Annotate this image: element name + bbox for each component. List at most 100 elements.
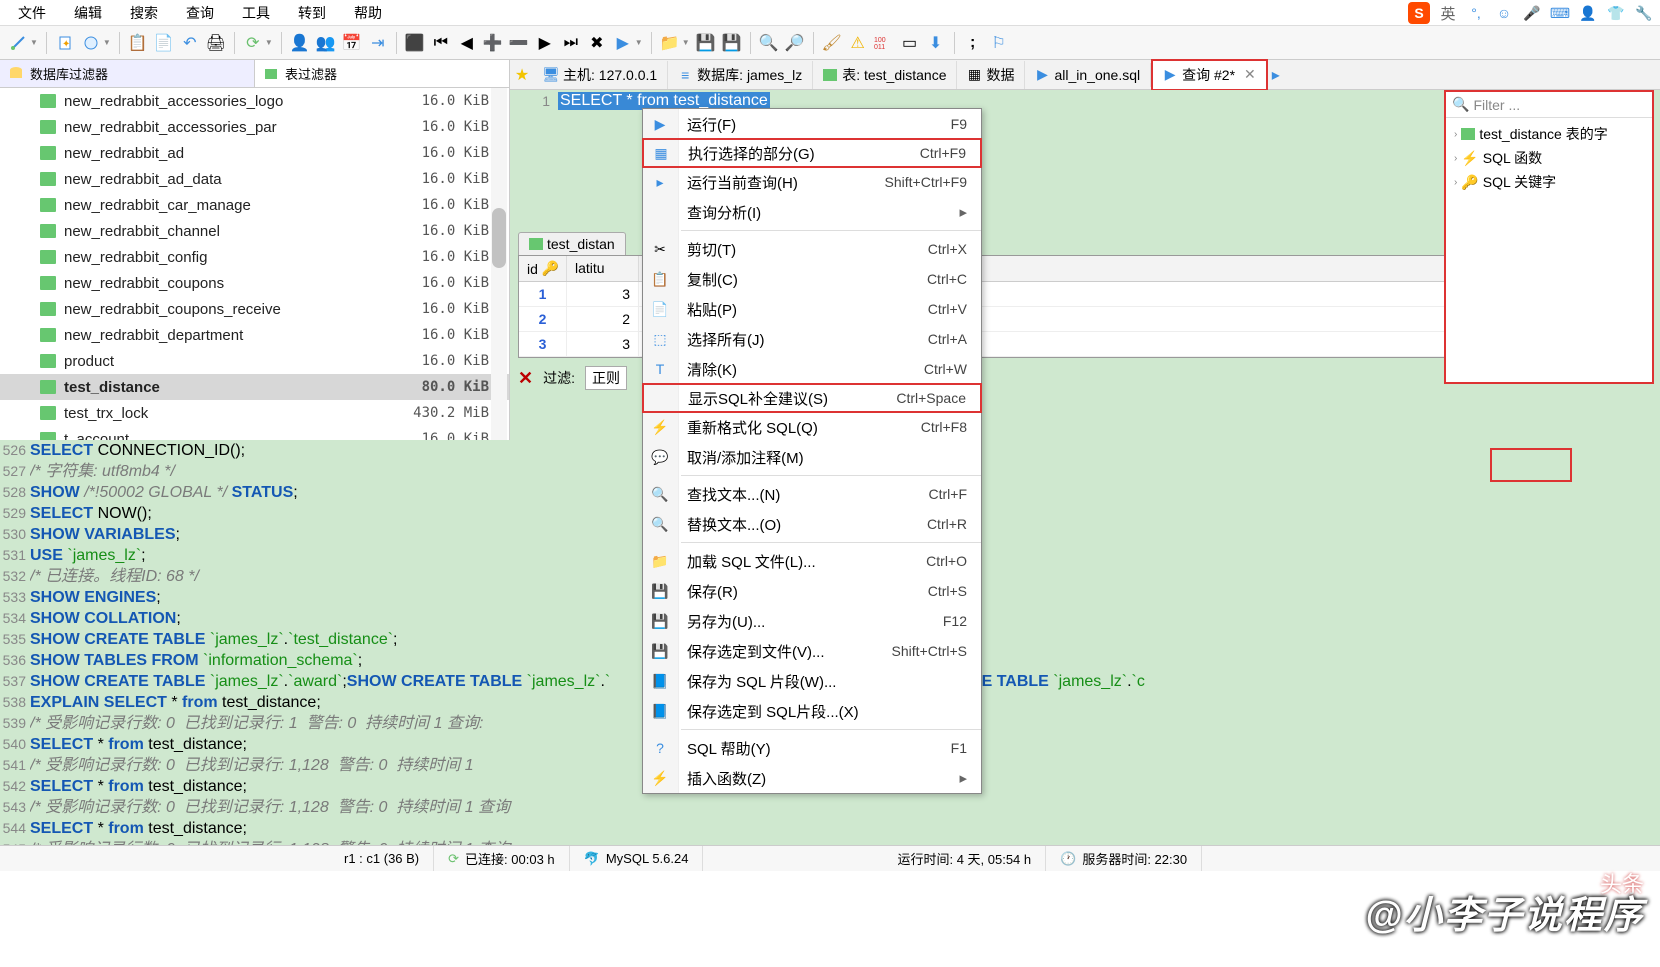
table-row[interactable]: new_redrabbit_config 16.0 KiB bbox=[0, 244, 509, 270]
tab-add-icon[interactable]: ▸ bbox=[1268, 68, 1284, 82]
menu-item[interactable]: ▦ 执行选择的部分(G) Ctrl+F9 bbox=[642, 138, 982, 168]
table-row[interactable]: product 16.0 KiB bbox=[0, 348, 509, 374]
run-icon[interactable]: ▶ bbox=[611, 31, 635, 55]
menu-item[interactable]: ⚡ 插入函数(Z) ▸ bbox=[643, 763, 981, 793]
saveas-icon[interactable]: 💾 bbox=[720, 31, 744, 55]
users-icon[interactable]: 👥 bbox=[314, 31, 338, 55]
menu-goto[interactable]: 转到 bbox=[284, 1, 340, 25]
paste-icon[interactable]: 📄 bbox=[152, 31, 176, 55]
menu-item[interactable]: 📘 保存选定到 SQL片段...(X) bbox=[643, 696, 981, 726]
tab-script[interactable]: ▶all_in_one.sql bbox=[1025, 63, 1151, 87]
table-row[interactable]: new_redrabbit_department 16.0 KiB bbox=[0, 322, 509, 348]
export-icon[interactable]: ⇥ bbox=[366, 31, 390, 55]
tree-node[interactable]: ›test_distance 表的字 bbox=[1450, 122, 1648, 146]
menu-file[interactable]: 文件 bbox=[4, 1, 60, 25]
table-row[interactable]: new_redrabbit_accessories_par 16.0 KiB bbox=[0, 114, 509, 140]
print-icon[interactable]: 🖨 bbox=[204, 31, 228, 55]
table-row[interactable]: new_redrabbit_ad 16.0 KiB bbox=[0, 140, 509, 166]
ime-pers-icon[interactable]: 👤 bbox=[1578, 3, 1598, 23]
ime-lang[interactable]: 英 bbox=[1438, 3, 1458, 23]
brush-icon[interactable]: 🖌 bbox=[820, 31, 844, 55]
menu-item[interactable]: ? SQL 帮助(Y) F1 bbox=[643, 733, 981, 763]
tab-query[interactable]: ▶查询 #2*✕ bbox=[1151, 59, 1268, 91]
menu-help[interactable]: 帮助 bbox=[340, 1, 396, 25]
flag-icon[interactable]: ⚐ bbox=[987, 31, 1011, 55]
menu-item[interactable]: 🔍 替换文本...(O) Ctrl+R bbox=[643, 509, 981, 539]
table-row[interactable]: new_redrabbit_channel 16.0 KiB bbox=[0, 218, 509, 244]
table-row[interactable]: test_distance 80.0 KiB bbox=[0, 374, 509, 400]
table-row[interactable]: new_redrabbit_coupons 16.0 KiB bbox=[0, 270, 509, 296]
copy-icon[interactable]: 📋 bbox=[126, 31, 150, 55]
result-tab[interactable]: test_distan bbox=[518, 232, 626, 255]
menu-item[interactable]: 💾 保存选定到文件(V)... Shift+Ctrl+S bbox=[643, 636, 981, 666]
new-icon[interactable]: ✦ bbox=[53, 31, 77, 55]
refresh-dropdown-icon[interactable] bbox=[79, 31, 103, 55]
refresh-icon[interactable]: ⟳ bbox=[241, 31, 265, 55]
db-filter-tab[interactable]: 数据库过滤器 bbox=[0, 60, 255, 87]
folder-icon[interactable]: 📁 bbox=[658, 31, 682, 55]
ime-punct-icon[interactable]: °, bbox=[1466, 3, 1486, 23]
ime-tool-icon[interactable]: 🔧 bbox=[1634, 3, 1654, 23]
table-row[interactable]: new_redrabbit_ad_data 16.0 KiB bbox=[0, 166, 509, 192]
first-icon[interactable]: ⏮ bbox=[429, 31, 453, 55]
sogou-icon[interactable]: S bbox=[1408, 2, 1430, 24]
tab-host[interactable]: 🖥主机: 127.0.0.1 bbox=[534, 61, 668, 89]
connect-icon[interactable] bbox=[6, 31, 30, 55]
ime-face-icon[interactable]: ☺ bbox=[1494, 3, 1514, 23]
menu-item[interactable]: 🔍 查找文本...(N) Ctrl+F bbox=[643, 479, 981, 509]
menu-item[interactable]: ▸ 运行当前查询(H) Shift+Ctrl+F9 bbox=[643, 167, 981, 197]
regex-toggle[interactable]: 正则 bbox=[585, 366, 627, 390]
table-row[interactable]: t_account 16.0 KiB bbox=[0, 426, 509, 440]
prev-icon[interactable]: ◀ bbox=[455, 31, 479, 55]
menu-item[interactable]: ⚡ 重新格式化 SQL(Q) Ctrl+F8 bbox=[643, 412, 981, 442]
table-row[interactable]: new_redrabbit_accessories_logo 16.0 KiB bbox=[0, 88, 509, 114]
menu-item[interactable]: 💾 保存(R) Ctrl+S bbox=[643, 576, 981, 606]
save-icon[interactable]: 💾 bbox=[694, 31, 718, 55]
close-icon[interactable]: ✖ bbox=[585, 31, 609, 55]
down-icon[interactable]: ⬇ bbox=[924, 31, 948, 55]
menu-item[interactable]: T 清除(K) Ctrl+W bbox=[643, 354, 981, 384]
favorites-icon[interactable]: ★ bbox=[510, 65, 534, 85]
menu-search[interactable]: 搜索 bbox=[116, 1, 172, 25]
table-row[interactable]: new_redrabbit_car_manage 16.0 KiB bbox=[0, 192, 509, 218]
ime-shirt-icon[interactable]: 👕 bbox=[1606, 3, 1626, 23]
tab-data[interactable]: ▦数据 bbox=[957, 61, 1025, 89]
zoom2-icon[interactable]: 🔎 bbox=[783, 31, 807, 55]
clear-filter-icon[interactable]: ✕ bbox=[518, 368, 533, 389]
btn-icon[interactable]: ▭ bbox=[898, 31, 922, 55]
add-icon[interactable]: ➕ bbox=[481, 31, 505, 55]
menu-item[interactable]: 📄 粘贴(P) Ctrl+V bbox=[643, 294, 981, 324]
tab-close-icon[interactable]: ✕ bbox=[1244, 66, 1256, 83]
menu-item[interactable]: ▶ 运行(F) F9 bbox=[643, 109, 981, 139]
warn-icon[interactable]: ⚠ bbox=[846, 31, 870, 55]
semicolon-icon[interactable]: ; bbox=[961, 31, 985, 55]
table-row[interactable]: test_trx_lock 430.2 MiB bbox=[0, 400, 509, 426]
next-icon[interactable]: ▶ bbox=[533, 31, 557, 55]
menu-edit[interactable]: 编辑 bbox=[60, 1, 116, 25]
tree-node[interactable]: ›🔑SQL 关键字 bbox=[1450, 170, 1648, 194]
menu-item[interactable]: 显示SQL补全建议(S) Ctrl+Space bbox=[642, 383, 982, 413]
tab-database[interactable]: ≡数据库: james_lz bbox=[668, 61, 813, 89]
menu-item[interactable]: 📋 复制(C) Ctrl+C bbox=[643, 264, 981, 294]
menu-tools[interactable]: 工具 bbox=[228, 1, 284, 25]
table-filter-tab[interactable]: 表过滤器 bbox=[255, 60, 509, 87]
binary-icon[interactable]: 100011 bbox=[872, 31, 896, 55]
tab-table[interactable]: 表: test_distance bbox=[813, 61, 957, 89]
menu-item[interactable]: ⬚ 选择所有(J) Ctrl+A bbox=[643, 324, 981, 354]
menu-query[interactable]: 查询 bbox=[172, 1, 228, 25]
ime-mic-icon[interactable]: 🎤 bbox=[1522, 3, 1542, 23]
menu-item[interactable]: 📘 保存为 SQL 片段(W)... bbox=[643, 666, 981, 696]
menu-item[interactable]: 💾 另存为(U)... F12 bbox=[643, 606, 981, 636]
last-icon[interactable]: ⏭ bbox=[559, 31, 583, 55]
tree-node[interactable]: ›⚡SQL 函数 bbox=[1450, 146, 1648, 170]
zoom-icon[interactable]: 🔍 bbox=[757, 31, 781, 55]
remove-icon[interactable]: ➖ bbox=[507, 31, 531, 55]
user-icon[interactable]: 👤 bbox=[288, 31, 312, 55]
menu-item[interactable]: 💬 取消/添加注释(M) bbox=[643, 442, 981, 472]
undo-icon[interactable]: ↶ bbox=[178, 31, 202, 55]
table-list[interactable]: new_redrabbit_accessories_logo 16.0 KiB … bbox=[0, 88, 509, 440]
calendar-icon[interactable]: 📅 bbox=[340, 31, 364, 55]
table-row[interactable]: new_redrabbit_coupons_receive 16.0 KiB bbox=[0, 296, 509, 322]
ime-keyboard-icon[interactable]: ⌨ bbox=[1550, 3, 1570, 23]
stop-icon[interactable]: ⬛ bbox=[403, 31, 427, 55]
